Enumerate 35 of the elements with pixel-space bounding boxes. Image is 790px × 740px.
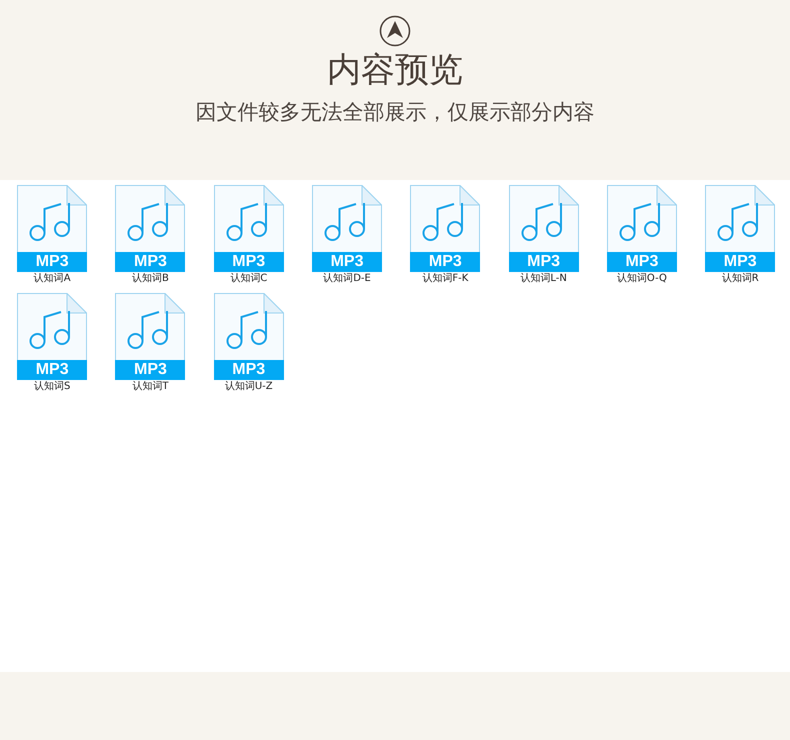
music-file-icon	[606, 185, 677, 252]
file-type-label: MP3	[17, 360, 88, 380]
file-name: 认知词L-N	[520, 272, 567, 286]
music-file-icon	[508, 185, 579, 252]
file-type-label: MP3	[312, 252, 382, 272]
music-file-icon	[17, 185, 88, 252]
file-name: 认知词S	[34, 380, 70, 394]
file-name: 认知词T	[132, 380, 168, 394]
file-name: 认知词C	[230, 272, 268, 286]
music-file-icon	[214, 293, 284, 360]
file-type-label: MP3	[606, 252, 677, 272]
music-file-icon	[214, 185, 284, 252]
file-name: 认知词R	[722, 272, 759, 286]
file-type-label: MP3	[214, 360, 284, 380]
music-file-icon	[17, 293, 88, 360]
file-type-label: MP3	[508, 252, 579, 272]
music-file-icon	[705, 185, 776, 252]
section-subtitle: 因文件较多无法全部展示，仅展示部分内容	[196, 99, 594, 126]
file-name: 认知词U-Z	[224, 380, 273, 394]
file-type-label: MP3	[410, 252, 480, 272]
music-file-icon	[410, 185, 480, 252]
file-type-label: MP3	[17, 252, 88, 272]
file-type-label: MP3	[115, 252, 186, 272]
file-name: 认知词D-E	[323, 272, 371, 286]
file-name: 认知词F-K	[422, 272, 468, 286]
file-name: 认知词O-Q	[616, 272, 667, 286]
section-title: 内容预览	[327, 49, 463, 91]
music-file-icon	[115, 185, 186, 252]
file-type-label: MP3	[115, 360, 186, 380]
file-name: 认知词B	[132, 272, 169, 286]
file-type-label: MP3	[705, 252, 776, 272]
file-name: 认知词A	[34, 272, 71, 286]
music-file-icon	[115, 293, 186, 360]
music-file-icon	[312, 185, 382, 252]
file-type-label: MP3	[214, 252, 284, 272]
